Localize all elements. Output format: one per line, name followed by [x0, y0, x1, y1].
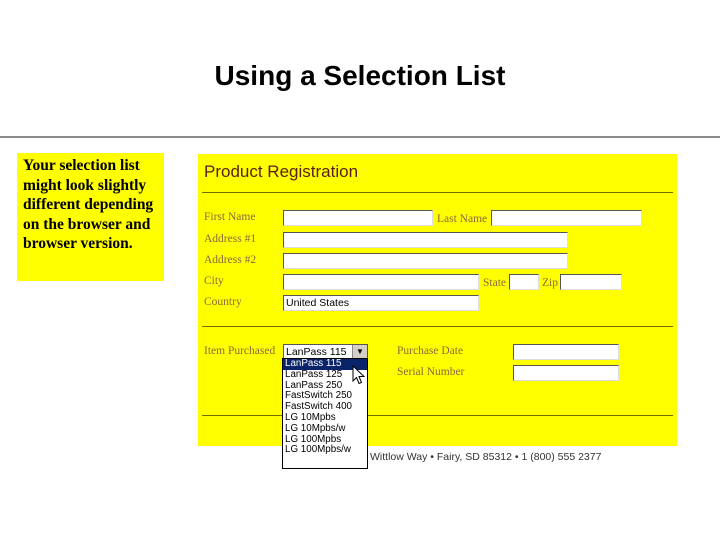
- address2-label: Address #2: [204, 254, 257, 266]
- city-field[interactable]: [283, 274, 479, 290]
- address2-field[interactable]: [283, 253, 568, 269]
- form-title: Product Registration: [204, 162, 359, 181]
- address1-label: Address #1: [204, 233, 257, 245]
- first-name-label: First Name: [204, 211, 256, 223]
- form-divider-middle: [202, 326, 673, 327]
- purchase-date-field[interactable]: [513, 344, 619, 360]
- zip-field[interactable]: [560, 274, 622, 290]
- purchase-date-label: Purchase Date: [397, 345, 464, 357]
- product-registration-form: Product Registration First Name Last Nam…: [198, 154, 677, 446]
- form-divider-top: [202, 192, 673, 193]
- dropdown-option[interactable]: LG 100Mpbs/w: [283, 445, 367, 456]
- dropdown-option[interactable]: LG 10Mpbs/w: [283, 423, 367, 435]
- note-box: Your selection list might look slightly …: [17, 153, 164, 281]
- item-purchased-label: Item Purchased: [204, 345, 276, 357]
- last-name-field[interactable]: [491, 210, 642, 226]
- country-field[interactable]: United States: [283, 295, 479, 311]
- first-name-field[interactable]: [283, 210, 433, 226]
- serial-number-field[interactable]: [513, 365, 619, 381]
- chevron-down-icon[interactable]: ▼: [352, 345, 367, 359]
- item-purchased-value: LanPass 115: [286, 346, 347, 358]
- form-divider-bottom: [202, 415, 673, 416]
- zip-label: Zip: [542, 277, 558, 289]
- city-label: City: [204, 275, 224, 287]
- slide-title: Using a Selection List: [214, 60, 506, 91]
- address1-field[interactable]: [283, 232, 568, 248]
- last-name-label: Last Name: [437, 213, 488, 225]
- title-divider: [0, 136, 720, 138]
- country-label: Country: [204, 296, 242, 308]
- serial-number-label: Serial Number: [397, 366, 465, 378]
- mouse-pointer-icon: [352, 365, 366, 385]
- state-label: State: [483, 277, 506, 289]
- state-field[interactable]: [509, 274, 539, 290]
- address-footer: Wittlow Way • Fairy, SD 85312 • 1 (800) …: [370, 451, 602, 463]
